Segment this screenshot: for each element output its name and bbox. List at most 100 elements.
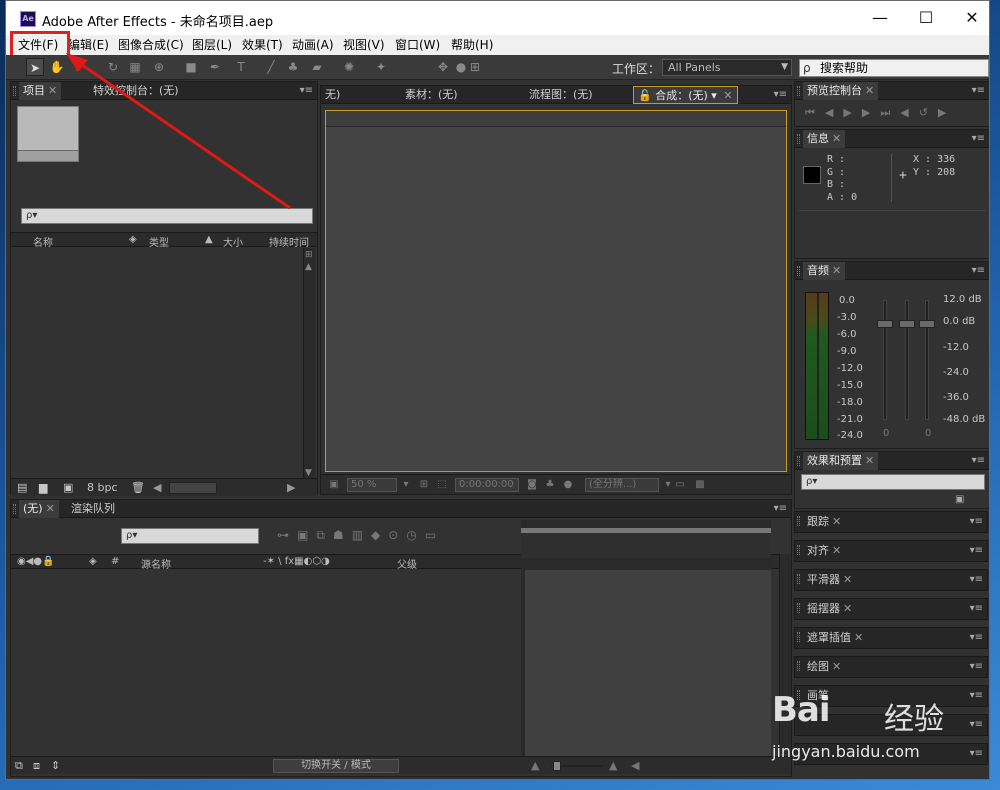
left-volume-track[interactable] <box>883 300 887 420</box>
close-icon[interactable]: ✕ <box>46 502 55 515</box>
tracker-panel[interactable]: 跟踪 ✕ ▾≡ <box>794 511 988 533</box>
flowchart-icon[interactable]: ⊞ <box>305 250 313 260</box>
close-icon[interactable]: ✕ <box>723 89 732 102</box>
panel-grip-icon[interactable] <box>13 86 16 96</box>
tab-flowchart[interactable]: 流程图：(无) <box>525 86 597 104</box>
snapshot-camera-icon[interactable]: ◙ <box>525 478 539 492</box>
help-search-input[interactable]: ρ 搜索帮助 <box>799 59 989 77</box>
tab-smoother[interactable]: 平滑器 ✕ <box>803 570 856 588</box>
new-folder-icon[interactable]: ▆ <box>39 481 47 494</box>
bit-depth[interactable]: 8 bpc <box>87 481 118 494</box>
lock-icon[interactable]: 🔓 <box>638 89 652 102</box>
left-volume-slider[interactable] <box>877 320 893 328</box>
scroll-left-icon[interactable]: ◀ <box>631 759 639 772</box>
align-panel[interactable]: 对齐 ✕ ▾≡ <box>794 540 988 562</box>
scroll-right-icon[interactable]: ▶ <box>287 481 295 494</box>
close-icon[interactable]: ✕ <box>843 573 852 586</box>
live-update-icon[interactable]: ▣ <box>297 528 316 542</box>
close-icon[interactable]: ✕ <box>865 454 874 467</box>
panel-grip-icon[interactable] <box>797 134 800 144</box>
panel-menu-icon[interactable]: ▾≡ <box>774 500 787 518</box>
panel-menu-icon[interactable]: ▾≡ <box>972 452 985 470</box>
right-volume-slider[interactable] <box>899 320 915 328</box>
toggle-switches-modes-button[interactable]: 切换开关 / 模式 <box>273 759 399 773</box>
show-snapshot-icon[interactable]: ♣ <box>543 478 557 492</box>
master-volume-slider[interactable] <box>919 320 935 328</box>
timeline-search-input[interactable]: ρ▾ <box>121 528 259 544</box>
color-channel-icon[interactable]: ● <box>561 478 575 492</box>
panel-menu-icon[interactable]: ▾≡ <box>970 541 983 559</box>
frame-blending-icon[interactable]: ▥ <box>352 528 371 542</box>
panel-grip-icon[interactable] <box>797 516 800 526</box>
tab-effect-controls[interactable]: 特效控制台：(无) <box>89 82 183 100</box>
zoom-level-select[interactable]: 50 % <box>347 478 397 492</box>
new-composition-icon[interactable]: ▣ <box>63 481 73 494</box>
panel-menu-icon[interactable]: ▾≡ <box>970 599 983 617</box>
smoother-panel[interactable]: 平滑器 ✕ ▾≡ <box>794 569 988 591</box>
close-icon[interactable]: ✕ <box>854 631 863 644</box>
column-type[interactable]: 类型 <box>149 234 169 249</box>
tab-render-queue[interactable]: 渲染队列 <box>67 500 119 518</box>
label-tag-icon[interactable]: ◈ <box>89 556 97 567</box>
zoom-tool-icon[interactable]: ⌕ <box>70 58 88 76</box>
menu-effect[interactable]: 效果(T) <box>242 37 283 53</box>
composition-mini-flowchart-icon[interactable]: ⊶ <box>277 528 297 542</box>
pan-behind-tool-icon[interactable]: ⊕ <box>150 58 168 76</box>
tab-wiggler[interactable]: 摇摆器 ✕ <box>803 599 856 617</box>
tab-paint[interactable]: 绘图 ✕ <box>803 657 845 675</box>
panel-menu-icon[interactable]: ▾≡ <box>300 82 313 100</box>
panel-grip-icon[interactable] <box>797 603 800 613</box>
brush-tool-icon[interactable]: ╱ <box>262 58 280 76</box>
close-icon[interactable]: ✕ <box>843 602 852 615</box>
tab-effects-presets[interactable]: 效果和预置 ✕ <box>803 452 879 470</box>
time-ruler[interactable] <box>521 528 771 558</box>
toggle-switches-pane-icon[interactable]: ⧉ <box>15 759 23 773</box>
tab-preview[interactable]: 预览控制台 ✕ <box>803 82 879 100</box>
zoom-in-icon[interactable]: ▲ <box>609 759 617 772</box>
toggle-modes-pane-icon[interactable]: ⧈ <box>33 759 40 773</box>
paint-panel[interactable]: 绘图 ✕ ▾≡ <box>794 656 988 678</box>
close-icon[interactable]: ✕ <box>865 84 874 97</box>
panel-grip-icon[interactable] <box>797 86 800 96</box>
timeline-graph-area[interactable] <box>521 520 771 756</box>
playback-controls[interactable]: ⏮◀▶▶⏭◀↺▶ <box>805 106 956 120</box>
motion-blur-icon[interactable]: ◆ <box>371 528 388 542</box>
axis-mode-icon[interactable]: ✥ <box>434 58 452 76</box>
ram-preview-icon[interactable]: ▶ <box>938 106 956 119</box>
menu-composition[interactable]: 图像合成(C) <box>118 37 184 53</box>
panel-menu-icon[interactable]: ▾≡ <box>970 570 983 588</box>
menu-window[interactable]: 窗口(W) <box>395 37 440 53</box>
wiggler-panel[interactable]: 摇摆器 ✕ ▾≡ <box>794 598 988 620</box>
scroll-left-icon[interactable]: ◀ <box>153 481 161 494</box>
last-frame-icon[interactable]: ⏭ <box>880 106 900 119</box>
mask-toggle-icon[interactable]: ⬚ <box>435 478 449 492</box>
timeline-zoom-slider[interactable] <box>553 761 561 771</box>
close-icon[interactable]: ✕ <box>832 660 841 673</box>
audio-toggle-icon[interactable]: ◀ <box>900 106 918 119</box>
panel-menu-icon[interactable]: ▾≡ <box>972 82 985 100</box>
project-vertical-scrollbar[interactable]: ⊞ ▲ ▼ <box>303 248 315 480</box>
menu-view[interactable]: 视图(V) <box>343 37 385 53</box>
tab-timeline[interactable]: (无) ✕ <box>19 500 59 518</box>
toggle-in-out-pane-icon[interactable]: ⇕ <box>51 759 60 772</box>
puppet-pin-tool-icon[interactable]: ✦ <box>372 58 390 76</box>
clone-stamp-tool-icon[interactable]: ♣ <box>284 58 302 76</box>
horizontal-scroll-thumb[interactable] <box>169 482 217 494</box>
menu-layer[interactable]: 图层(L) <box>192 37 232 53</box>
panel-grip-icon[interactable] <box>797 266 800 276</box>
selection-tool-icon[interactable]: ➤ <box>26 58 44 76</box>
mask-interpolation-panel[interactable]: 遮罩插值 ✕ ▾≡ <box>794 627 988 649</box>
column-name[interactable]: 名称 <box>33 234 53 249</box>
eraser-tool-icon[interactable]: ▰ <box>308 58 326 76</box>
panel-menu-icon[interactable]: ▾≡ <box>970 512 983 530</box>
timecode-field[interactable]: 0:00:00:00 <box>455 478 519 492</box>
menu-edit[interactable]: 编辑(E) <box>68 37 109 53</box>
tab-project[interactable]: 项目 ✕ <box>19 82 62 100</box>
tab-tracker[interactable]: 跟踪 ✕ <box>803 512 845 530</box>
panel-grip-icon[interactable] <box>797 545 800 555</box>
chevron-down-icon[interactable]: ▾ <box>399 478 413 492</box>
workspace-select[interactable]: All Panels ▼ <box>662 59 792 76</box>
close-icon[interactable]: ✕ <box>832 264 841 277</box>
first-frame-icon[interactable]: ⏮ <box>805 106 825 119</box>
close-icon[interactable]: ✕ <box>832 515 841 528</box>
